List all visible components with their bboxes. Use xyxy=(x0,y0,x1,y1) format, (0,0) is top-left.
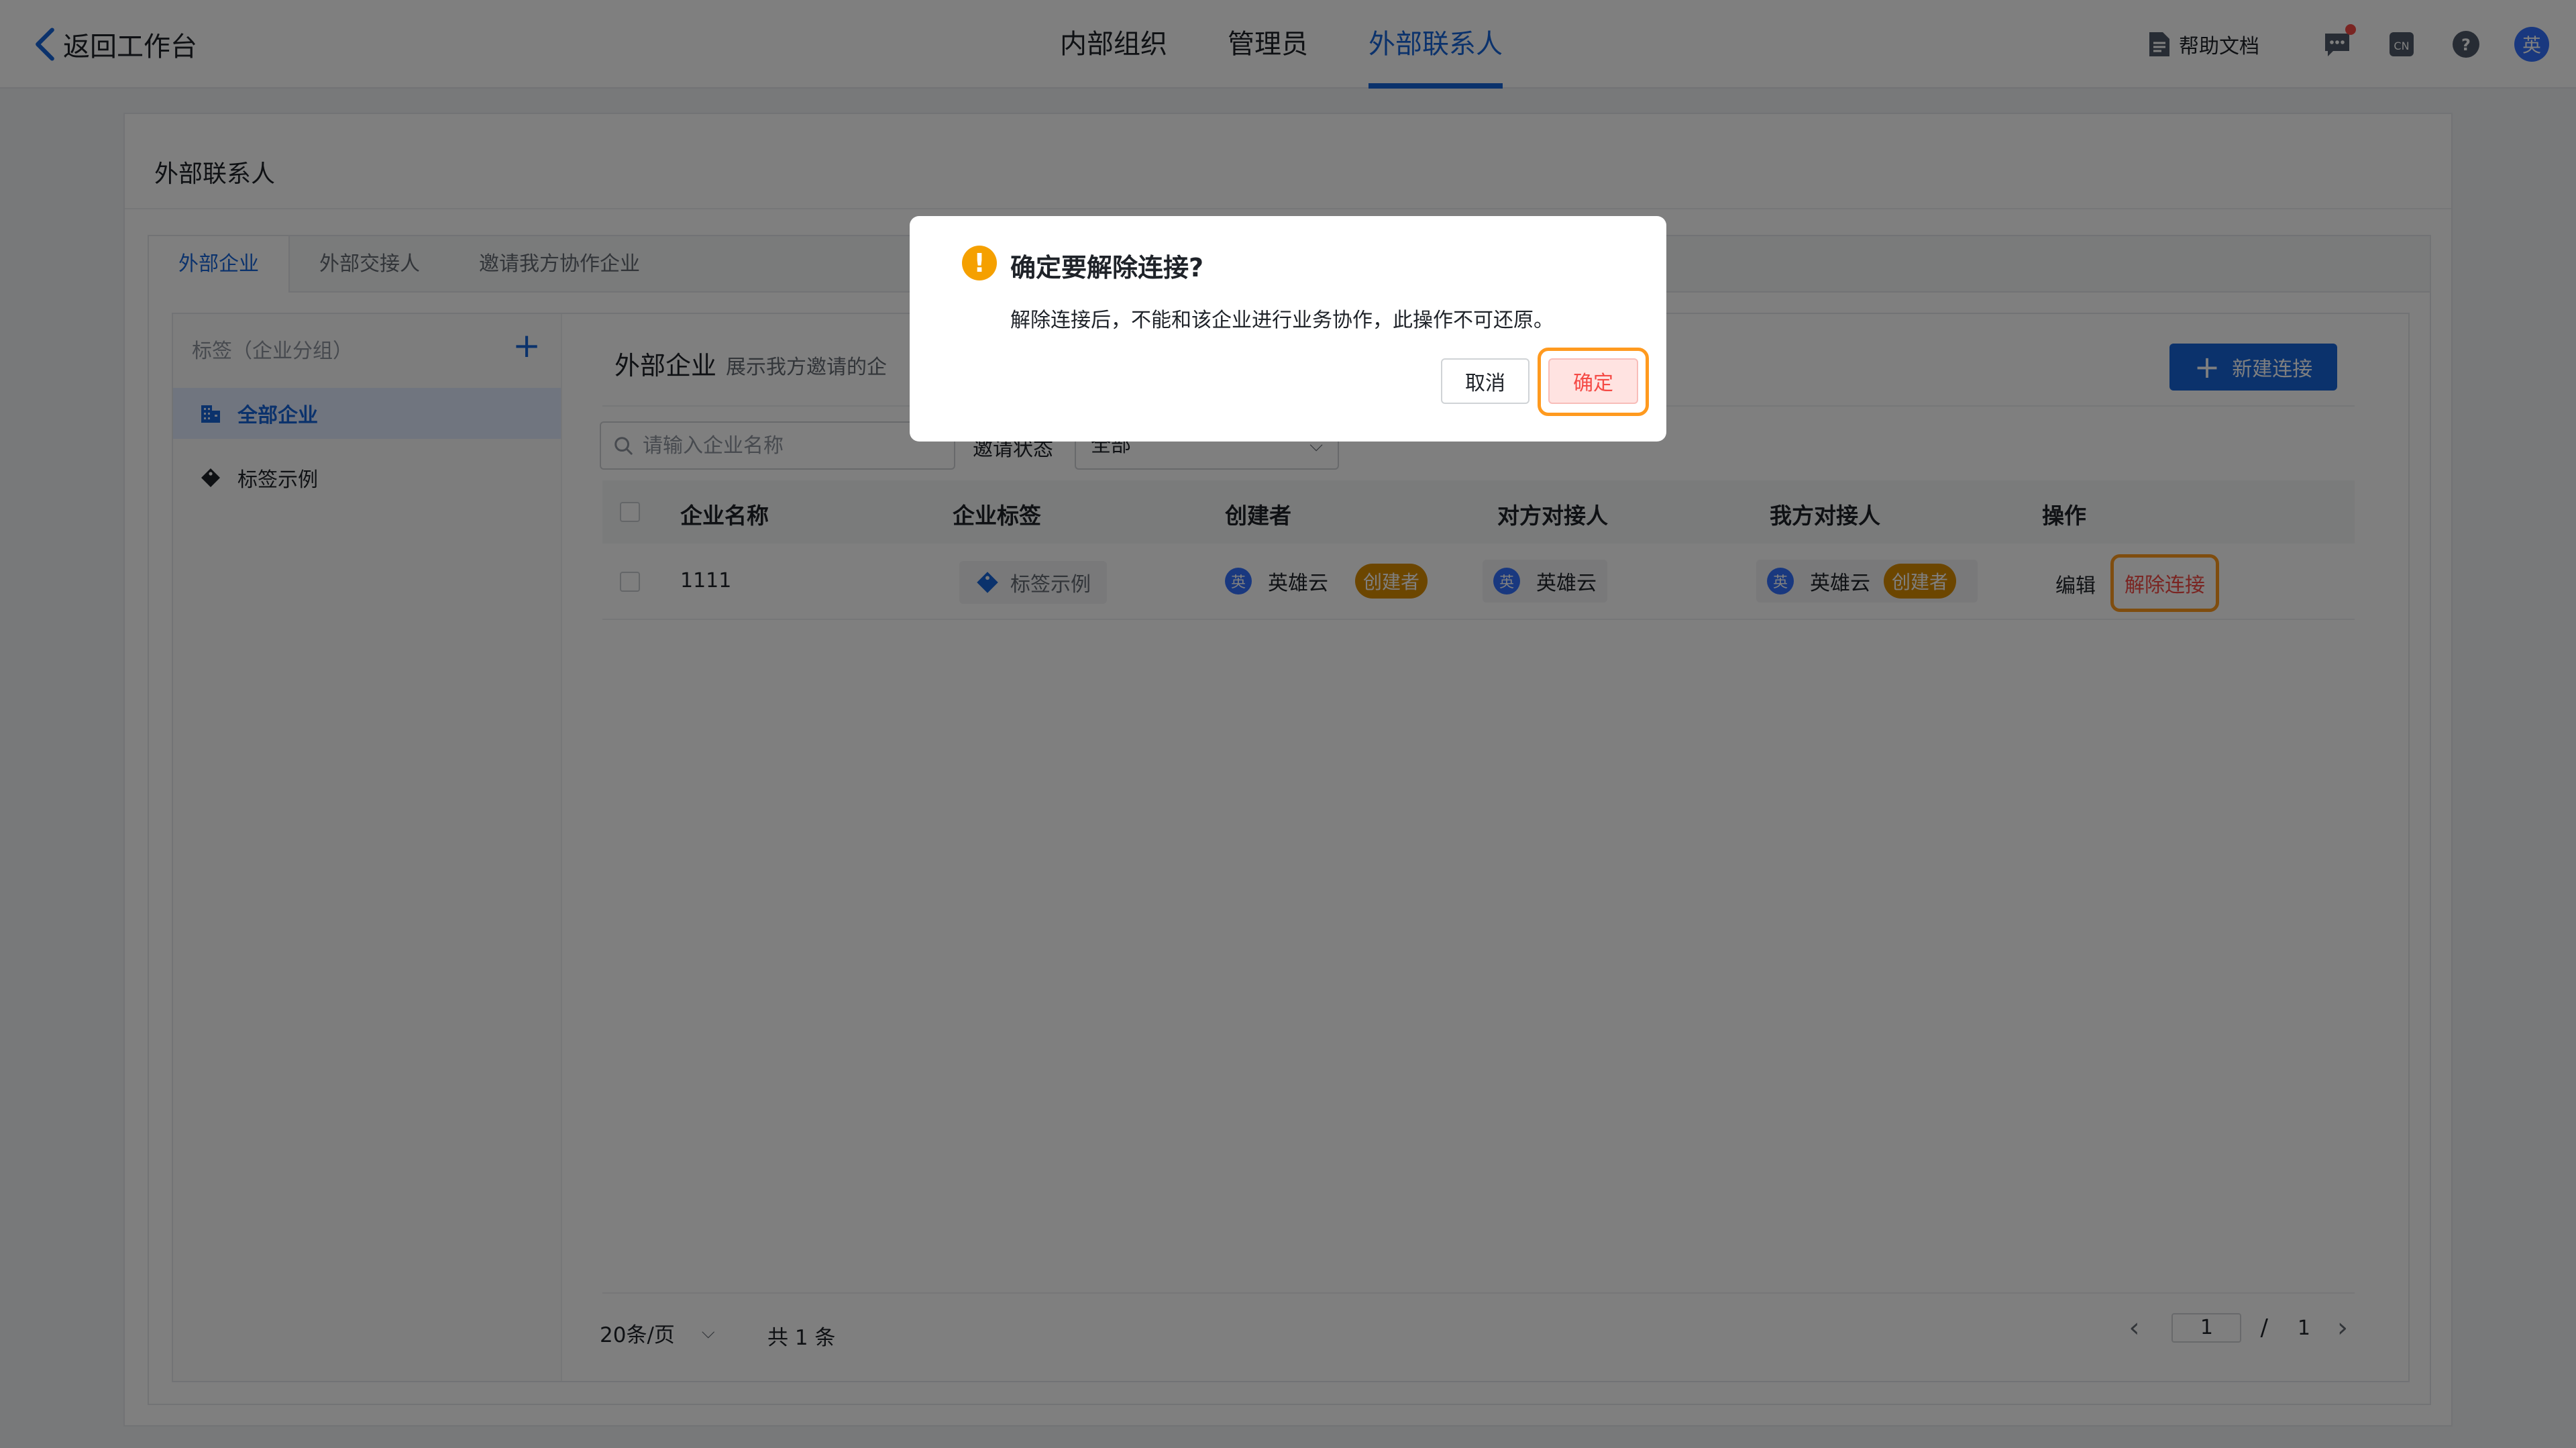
confirm-button[interactable]: 确定 xyxy=(1548,358,1638,404)
dialog-title: 确定要解除连接? xyxy=(1010,253,1204,282)
dialog-description: 解除连接后，不能和该企业进行业务协作，此操作不可还原。 xyxy=(1010,309,1554,332)
confirm-unlink-dialog: ! 确定要解除连接? 解除连接后，不能和该企业进行业务协作，此操作不可还原。 取… xyxy=(910,216,1666,442)
cancel-button[interactable]: 取消 xyxy=(1441,358,1529,404)
warning-icon: ! xyxy=(962,246,997,280)
